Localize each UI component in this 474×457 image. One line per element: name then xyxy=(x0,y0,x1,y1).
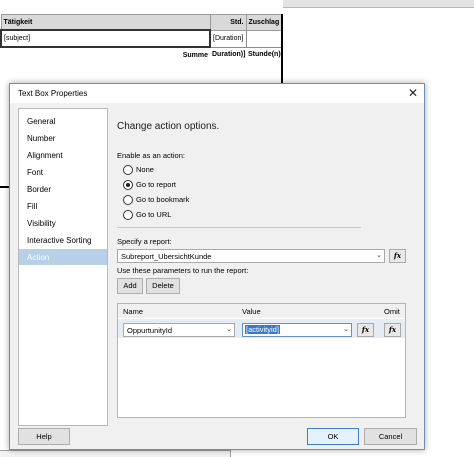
sum-hours-cell[interactable]: Stunde(n) xyxy=(246,46,282,62)
delete-button[interactable]: Delete xyxy=(146,278,180,294)
nav-item-alignment[interactable]: Alignment xyxy=(19,147,107,163)
radio-label: None xyxy=(136,165,154,174)
report-expression-button[interactable]: fx xyxy=(389,249,406,263)
grid-header-omit: Omit xyxy=(384,307,400,316)
nav-item-font[interactable]: Font xyxy=(19,164,107,180)
grid-header: Name Value Omit xyxy=(118,304,405,318)
nav-item-visibility[interactable]: Visibility xyxy=(19,215,107,231)
grid-header-name: Name xyxy=(123,307,144,316)
nav-item-label: Visibility xyxy=(27,219,56,228)
divider xyxy=(117,227,361,228)
zuschlag-cell[interactable] xyxy=(245,29,283,48)
enable-action-label: Enable as an action: xyxy=(117,151,185,160)
nav-item-label: Alignment xyxy=(27,151,63,160)
close-icon[interactable]: ✕ xyxy=(408,86,418,100)
header-std[interactable]: Std. xyxy=(209,14,247,31)
nav-item-label: Border xyxy=(27,185,52,194)
action-options-panel: Change action options. Enable as an acti… xyxy=(110,108,406,418)
table-row[interactable]: OppurtunityId ⌄ [activityid] ⌄ fx fx xyxy=(118,319,405,338)
nav-item-label: Font xyxy=(27,168,44,177)
radio-button-selected[interactable] xyxy=(123,180,133,190)
designer-toolbar-strip xyxy=(283,0,474,8)
sum-label[interactable]: Summe xyxy=(1,46,210,62)
subject-cell[interactable]: [subject] xyxy=(0,29,211,48)
report-select-value: Subreport_UbersichtKunde xyxy=(121,252,212,261)
dialog-title: Text Box Properties xyxy=(18,89,88,98)
radio-label: Go to URL xyxy=(136,210,172,219)
radio-button[interactable] xyxy=(123,165,133,175)
report-detail-row: [subject] [Duration] xyxy=(0,29,283,48)
add-button[interactable]: Add xyxy=(117,278,143,294)
chevron-down-icon: ⌄ xyxy=(376,252,382,259)
properties-nav-list: General Number Alignment Font Border Fil… xyxy=(18,108,108,426)
duration-cell[interactable]: [Duration] xyxy=(209,29,247,48)
nav-item-label: Number xyxy=(27,134,56,143)
parameters-grid: Name Value Omit OppurtunityId ⌄ [activit… xyxy=(117,303,406,418)
designer-bottom-frame xyxy=(0,450,231,457)
report-header-row: Tätigkeit Std. Zuschlag xyxy=(0,14,283,31)
header-zuschlag[interactable]: Zuschlag xyxy=(245,14,283,31)
radio-label: Go to bookmark xyxy=(136,195,190,204)
nav-item-interactive-sorting[interactable]: Interactive Sorting xyxy=(19,232,107,248)
chevron-down-icon: ⌄ xyxy=(343,326,349,333)
report-table: Tätigkeit Std. Zuschlag [subject] [Durat… xyxy=(0,14,283,62)
omit-expression-button[interactable]: fx xyxy=(384,323,401,337)
nav-item-label: General xyxy=(27,117,56,126)
param-name-value: OppurtunityId xyxy=(127,326,173,335)
report-border-line xyxy=(281,14,283,84)
specify-report-label: Specify a report: xyxy=(117,237,172,246)
report-sum-row: Summe Duration)] Stunde(n) xyxy=(1,46,282,62)
sum-duration-cell[interactable]: Duration)] xyxy=(210,46,246,62)
radio-label: Go to report xyxy=(136,180,177,189)
param-name-select[interactable]: OppurtunityId ⌄ xyxy=(123,323,235,337)
nav-item-label: Action xyxy=(27,253,50,262)
cancel-button[interactable]: Cancel xyxy=(364,428,417,445)
header-taetigkeit[interactable]: Tätigkeit xyxy=(0,14,211,31)
report-select[interactable]: Subreport_UbersichtKunde ⌄ xyxy=(117,249,385,263)
param-value-text[interactable]: [activityid] xyxy=(245,325,280,334)
chevron-down-icon: ⌄ xyxy=(226,326,232,333)
nav-item-fill[interactable]: Fill xyxy=(19,198,107,214)
dialog-title-bar[interactable]: Text Box Properties ✕ xyxy=(10,84,424,103)
help-button[interactable]: Help xyxy=(18,428,70,445)
text-box-properties-dialog: Text Box Properties ✕ General Number Ali… xyxy=(9,83,425,450)
param-value-select[interactable]: [activityid] ⌄ xyxy=(242,323,352,337)
nav-item-border[interactable]: Border xyxy=(19,181,107,197)
nav-item-general[interactable]: General xyxy=(19,113,107,129)
nav-item-label: Interactive Sorting xyxy=(27,236,92,245)
value-expression-button[interactable]: fx xyxy=(357,323,374,337)
parameters-label: Use these parameters to run the report: xyxy=(117,266,249,275)
ok-button[interactable]: OK xyxy=(307,428,359,445)
nav-item-number[interactable]: Number xyxy=(19,130,107,146)
nav-item-action[interactable]: Action xyxy=(19,249,107,265)
nav-item-label: Fill xyxy=(27,202,38,211)
radio-button[interactable] xyxy=(123,210,133,220)
grid-header-value: Value xyxy=(242,307,261,316)
radio-button[interactable] xyxy=(123,195,133,205)
page-title: Change action options. xyxy=(117,121,220,132)
